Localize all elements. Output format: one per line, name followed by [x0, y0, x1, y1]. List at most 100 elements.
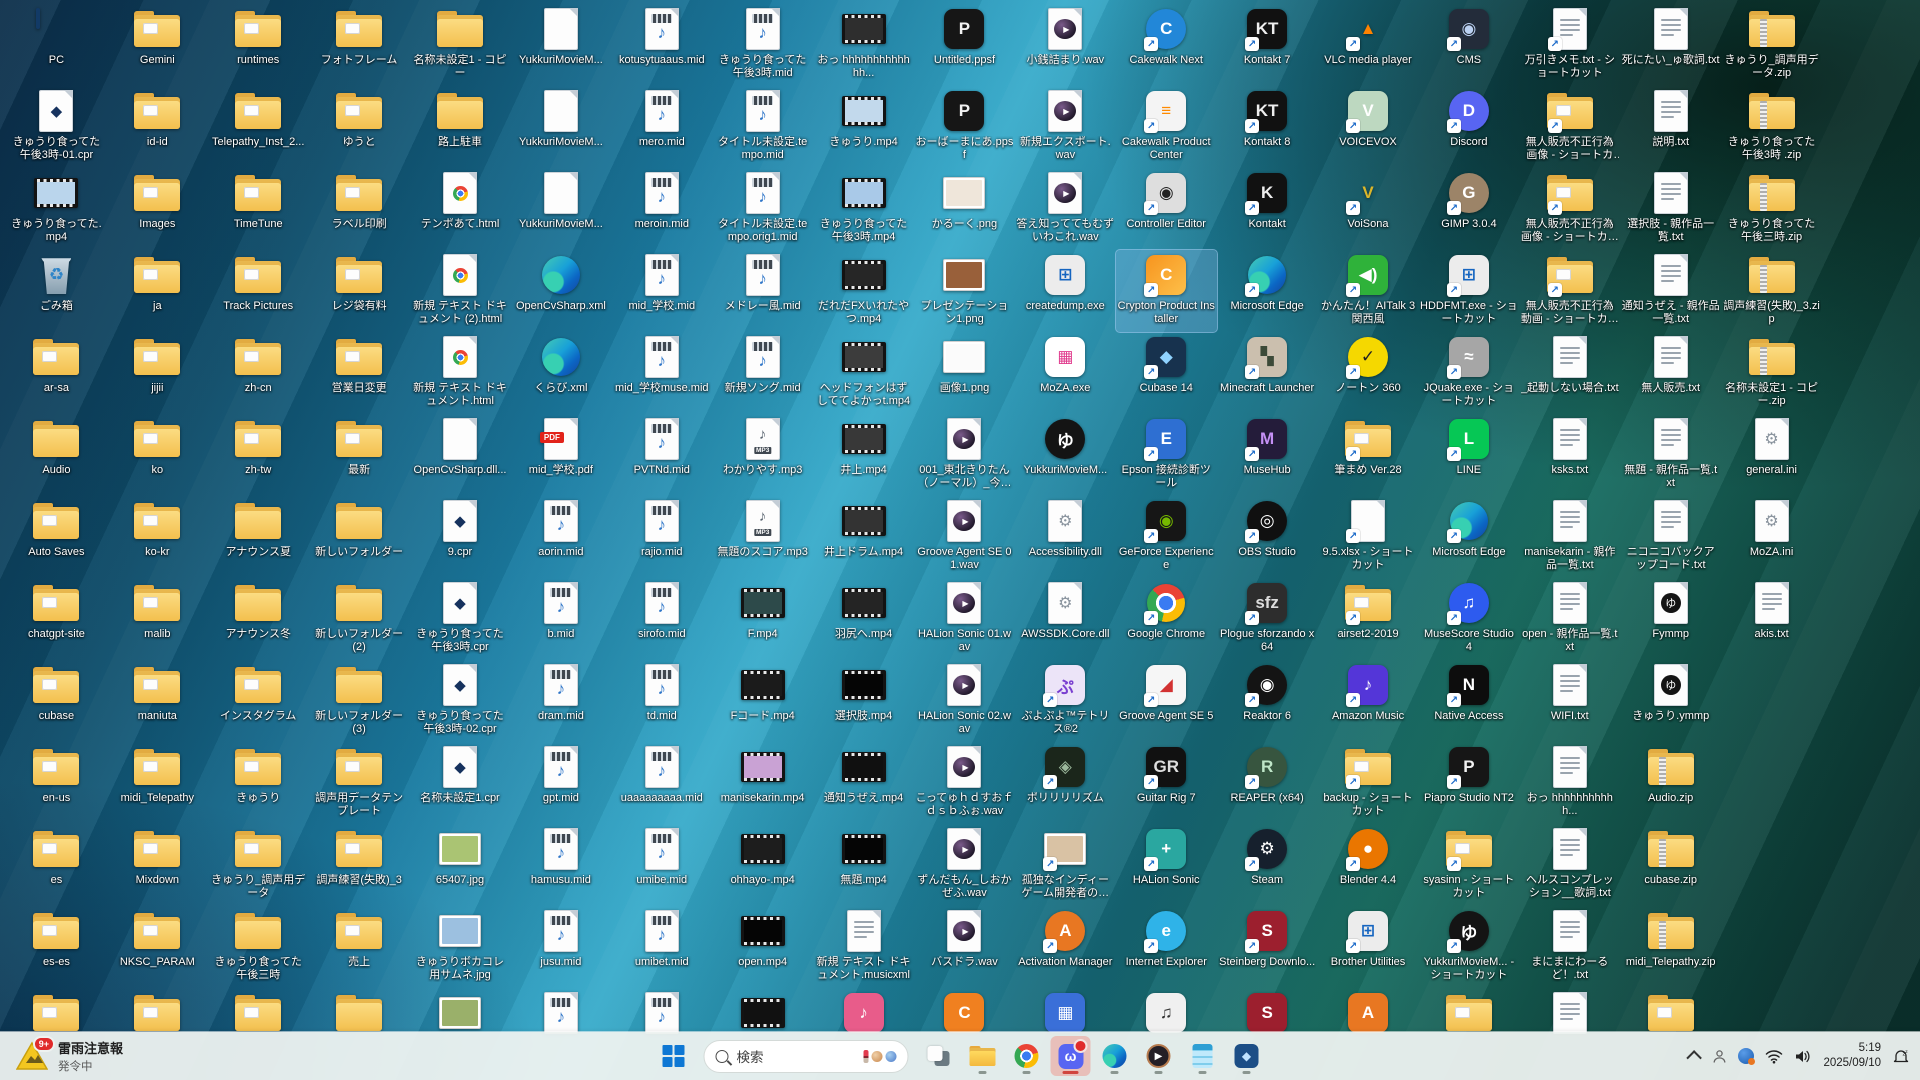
desktop-icon[interactable]: Images — [107, 168, 208, 250]
desktop-icon[interactable]: ↗ 万引きメモ.txt - ショートカット — [1519, 4, 1620, 86]
desktop-icon[interactable]: e ↗ Internet Explorer — [1116, 906, 1217, 988]
desktop-icon[interactable]: ↗ Google Chrome — [1116, 578, 1217, 660]
desktop-icon[interactable]: ⚙ MoZA.ini — [1721, 496, 1822, 578]
desktop-icon[interactable]: アナウンス夏 — [208, 496, 309, 578]
desktop-icon[interactable]: 65407.jpg — [410, 824, 511, 906]
desktop-icon[interactable]: ◎ ↗ OBS Studio — [1217, 496, 1318, 578]
desktop-icon[interactable]: 通知うぜえ.mp4 — [813, 742, 914, 824]
desktop-icon[interactable]: ニコニコバックアップコード.txt — [1620, 496, 1721, 578]
desktop-icon[interactable]: midi_Telepathy.zip — [1620, 906, 1721, 988]
desktop-icon[interactable]: P ↗ Piapro Studio NT2 — [1418, 742, 1519, 824]
desktop-icon[interactable]: ♻ ごみ箱 — [6, 250, 107, 332]
desktop-icon[interactable]: おっ hhhhhhhhhhh... — [1519, 742, 1620, 824]
desktop-icon[interactable]: おっ hhhhhhhhhhhhh... — [813, 4, 914, 86]
desktop-icon[interactable]: まにまにわーるど！.txt — [1519, 906, 1620, 988]
desktop-icon[interactable]: chatgpt-site — [6, 578, 107, 660]
desktop-icon[interactable]: ゆ Fymmp — [1620, 578, 1721, 660]
desktop-icon[interactable]: ◆ ↗ Cubase 14 — [1116, 332, 1217, 414]
desktop-icon[interactable]: TimeTune — [208, 168, 309, 250]
desktop-icon[interactable]: ♪ dram.mid — [510, 660, 611, 742]
tray-bell-dnd-icon[interactable]: zz — [1892, 1048, 1910, 1065]
desktop-icon[interactable]: ◢ ↗ Groove Agent SE 5 — [1116, 660, 1217, 742]
desktop-icon[interactable]: N ↗ Native Access — [1418, 660, 1519, 742]
desktop-icon[interactable]: きゅうり食ってた午後三時.zip — [1721, 168, 1822, 250]
taskbar-app-file-explorer[interactable] — [963, 1036, 1003, 1076]
desktop-icon[interactable]: きゅうり_調声用データ — [208, 824, 309, 906]
desktop-icon[interactable]: V ↗ VoiSona — [1318, 168, 1419, 250]
desktop-icon[interactable]: 新規 テキスト ドキュメント.html — [410, 332, 511, 414]
taskbar-app-media-player[interactable]: ▶ — [1139, 1036, 1179, 1076]
desktop-icon[interactable]: ↗ 孤独なインディーゲーム開発者の一生 ... — [1015, 824, 1116, 906]
desktop-icon[interactable]: open.mp4 — [712, 906, 813, 988]
desktop-icon[interactable]: ▶ Groove Agent SE 01.wav — [914, 496, 1015, 578]
desktop-icon[interactable]: ♪ タイトル未設定.tempo.orig1.mid — [712, 168, 813, 250]
desktop-icon[interactable]: NKSC_PARAM — [107, 906, 208, 988]
desktop-icon[interactable]: ♪ uaaaaaaaaa.mid — [611, 742, 712, 824]
desktop-icon[interactable]: 新しいフォルダー — [309, 496, 410, 578]
desktop-icon[interactable]: C ↗ Cakewalk Next — [1116, 4, 1217, 86]
desktop-icon[interactable]: きゅうり_調声用データ.zip — [1721, 4, 1822, 86]
desktop-icon[interactable]: 調声用データテンプレート — [309, 742, 410, 824]
desktop-icon[interactable]: ♪ ↗ Amazon Music — [1318, 660, 1419, 742]
desktop-icon[interactable]: 画像1.png — [914, 332, 1015, 414]
desktop-icon[interactable]: maniuta — [107, 660, 208, 742]
desktop-icon[interactable]: cubase.zip — [1620, 824, 1721, 906]
desktop-icon[interactable]: jijii — [107, 332, 208, 414]
desktop-icon[interactable]: 最新 — [309, 414, 410, 496]
desktop-icon[interactable]: ⚙ Accessibility.dll — [1015, 496, 1116, 578]
desktop-icon[interactable]: ohhayo-.mp4 — [712, 824, 813, 906]
desktop-icon[interactable]: 路上駐車 — [410, 86, 511, 168]
desktop-icon[interactable]: ▶ 新規エクスポート.wav — [1015, 86, 1116, 168]
tray-volume-icon[interactable] — [1794, 1049, 1812, 1064]
desktop-icon[interactable]: ⚙ AWSSDK.Core.dll — [1015, 578, 1116, 660]
desktop-icon[interactable]: ♪ mero.mid — [611, 86, 712, 168]
desktop-icon[interactable]: ↗ Microsoft Edge — [1418, 496, 1519, 578]
desktop-icon[interactable]: ♪ 新規ソング.mid — [712, 332, 813, 414]
desktop-icon[interactable]: 選択肢 - 親作品一覧.txt — [1620, 168, 1721, 250]
desktop-icon[interactable]: かるーく.png — [914, 168, 1015, 250]
desktop-icon[interactable]: ◀) ↗ かんたん！AITalk 3 関西風 — [1318, 250, 1419, 332]
desktop-icon[interactable]: 名称未設定1 - コピー — [410, 4, 511, 86]
desktop-icon[interactable]: プレゼンテーション1.png — [914, 250, 1015, 332]
taskbar-app-microsoft-edge[interactable] — [1095, 1036, 1135, 1076]
desktop-icon[interactable]: きゅうり食ってた午後3時 .zip — [1721, 86, 1822, 168]
desktop-icon[interactable]: ゆ YukkuriMovieM... — [1015, 414, 1116, 496]
desktop-icon[interactable]: F.mp4 — [712, 578, 813, 660]
desktop-icon[interactable]: ♪ mid_学校.mid — [611, 250, 712, 332]
desktop-icon[interactable]: ♪ jusu.mid — [510, 906, 611, 988]
desktop-icon[interactable]: ja — [107, 250, 208, 332]
tray-person-icon[interactable] — [1712, 1049, 1727, 1064]
desktop-icon[interactable]: KT ↗ Kontakt 8 — [1217, 86, 1318, 168]
desktop-icon[interactable]: ar-sa — [6, 332, 107, 414]
desktop-icon[interactable]: 説明.txt — [1620, 86, 1721, 168]
desktop-icon[interactable]: ▶ ずんだもん_しおかぜふ.wav — [914, 824, 1015, 906]
desktop-icon[interactable]: 新規 テキスト ドキュメント.musicxml — [813, 906, 914, 988]
desktop-icon[interactable]: ゆうと — [309, 86, 410, 168]
desktop-icon[interactable]: ko-kr — [107, 496, 208, 578]
desktop-icon[interactable]: ↗ 無人販売不正行為画像 - ショートカッ... — [1519, 86, 1620, 168]
desktop-icon[interactable]: ♪ b.mid — [510, 578, 611, 660]
desktop-icon[interactable]: ▚ ↗ Minecraft Launcher — [1217, 332, 1318, 414]
desktop-icon[interactable]: 無題 - 親作品一覧.txt — [1620, 414, 1721, 496]
desktop-icon[interactable]: ↗ 筆まめ Ver.28 — [1318, 414, 1419, 496]
desktop-icon[interactable]: 売上 — [309, 906, 410, 988]
desktop-icon[interactable]: ヘルスコンプレッション__歌詞.txt — [1519, 824, 1620, 906]
desktop-icon[interactable]: ♪ hamusu.mid — [510, 824, 611, 906]
desktop-icon[interactable]: 新しいフォルダー (3) — [309, 660, 410, 742]
taskbar-app-cubase[interactable]: ◆ — [1227, 1036, 1267, 1076]
desktop-icon[interactable]: ksks.txt — [1519, 414, 1620, 496]
desktop-icon[interactable]: きゅうり食ってた午後三時 — [208, 906, 309, 988]
desktop-icon[interactable]: ↗ 無人販売不正行為動画 - ショートカット — [1519, 250, 1620, 332]
desktop-icon[interactable]: ヘッドフォンはずしててよかっt.mp4 — [813, 332, 914, 414]
desktop-icon[interactable]: 羽尻へ.mp4 — [813, 578, 914, 660]
desktop-icon[interactable]: OpenCvSharp.xml — [510, 250, 611, 332]
desktop-icon[interactable]: manisekarin - 親作品一覧.txt — [1519, 496, 1620, 578]
desktop-icon[interactable]: manisekarin.mp4 — [712, 742, 813, 824]
desktop-icon[interactable]: 調声練習(失敗)_3 — [309, 824, 410, 906]
desktop-icon[interactable]: K ↗ Kontakt — [1217, 168, 1318, 250]
desktop-icon[interactable]: ⊞ ↗ HDDFMT.exe - ショートカット — [1418, 250, 1519, 332]
desktop-icon[interactable]: ◈ ↗ ポリリリリズム — [1015, 742, 1116, 824]
desktop-icon[interactable]: Audio — [6, 414, 107, 496]
desktop-icon[interactable]: ◆ 名称未設定1.cpr — [410, 742, 511, 824]
desktop-icon[interactable]: ≈ ↗ JQuake.exe - ショートカット — [1418, 332, 1519, 414]
